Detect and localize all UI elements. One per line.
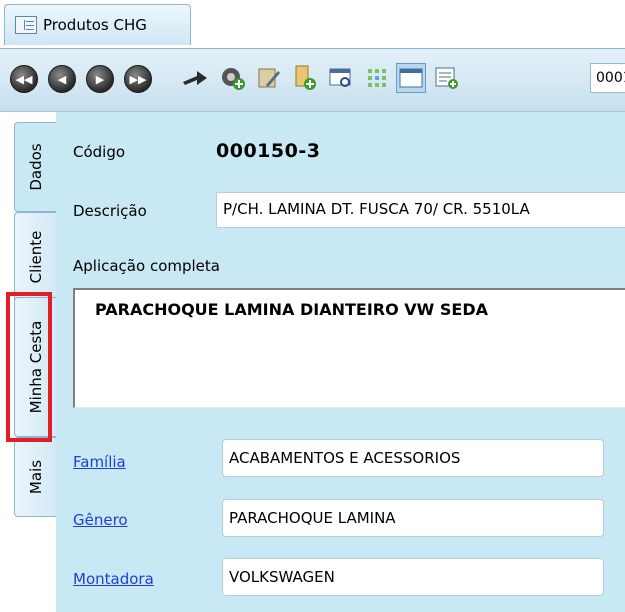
add-gear-icon[interactable]: [218, 63, 248, 93]
last-record-icon[interactable]: ▶▶: [124, 65, 152, 93]
edit-icon[interactable]: [254, 63, 284, 93]
add-record-icon[interactable]: [432, 63, 462, 93]
codigo-value: 000150-3: [216, 140, 321, 162]
new-document-icon[interactable]: [290, 63, 320, 93]
side-tab-cliente[interactable]: Cliente: [14, 212, 56, 302]
side-tab-dados-label: Dados: [26, 143, 45, 191]
next-record-icon[interactable]: ▶: [86, 65, 114, 93]
codigo-label: Código: [73, 143, 126, 161]
familia-field[interactable]: ACABAMENTOS E ACESSORIOS: [222, 439, 604, 477]
form-window-icon: [15, 16, 37, 34]
genero-field[interactable]: PARACHOQUE LAMINA: [222, 499, 604, 537]
aplicacao-memo[interactable]: PARACHOQUE LAMINA DIANTEIRO VW SEDA: [73, 288, 625, 408]
search-list-icon[interactable]: [326, 63, 356, 93]
side-tab-mais-label: Mais: [26, 459, 45, 495]
familia-link[interactable]: Família: [73, 453, 126, 471]
side-tab-dados[interactable]: Dados: [14, 122, 56, 212]
arrow-icon[interactable]: [180, 63, 210, 93]
descricao-field[interactable]: P/CH. LAMINA DT. FUSCA 70/ CR. 5510LA: [216, 192, 625, 228]
previous-record-icon[interactable]: ◀: [48, 65, 76, 93]
side-tab-mais[interactable]: Mais: [14, 437, 56, 517]
tab-strip: Produtos CHG: [0, 0, 625, 48]
grid-icon[interactable]: [362, 63, 392, 93]
toolbar: ◀◀ ◀ ▶ ▶▶ 0001: [0, 48, 625, 112]
record-number-input[interactable]: 0001: [590, 63, 625, 93]
tab-produtos-chg[interactable]: Produtos CHG: [4, 4, 191, 45]
descricao-label: Descrição: [73, 202, 147, 220]
minha-cesta-highlight: [6, 292, 52, 442]
aplicacao-label: Aplicação completa: [73, 257, 220, 275]
window-icon[interactable]: [396, 63, 426, 93]
side-tab-cliente-label: Cliente: [26, 230, 45, 284]
montadora-field[interactable]: VOLKSWAGEN: [222, 558, 604, 596]
tab-title: Produtos CHG: [43, 16, 147, 34]
first-record-icon[interactable]: ◀◀: [10, 65, 38, 93]
montadora-link[interactable]: Montadora: [73, 570, 154, 588]
genero-link[interactable]: Gênero: [73, 511, 128, 529]
